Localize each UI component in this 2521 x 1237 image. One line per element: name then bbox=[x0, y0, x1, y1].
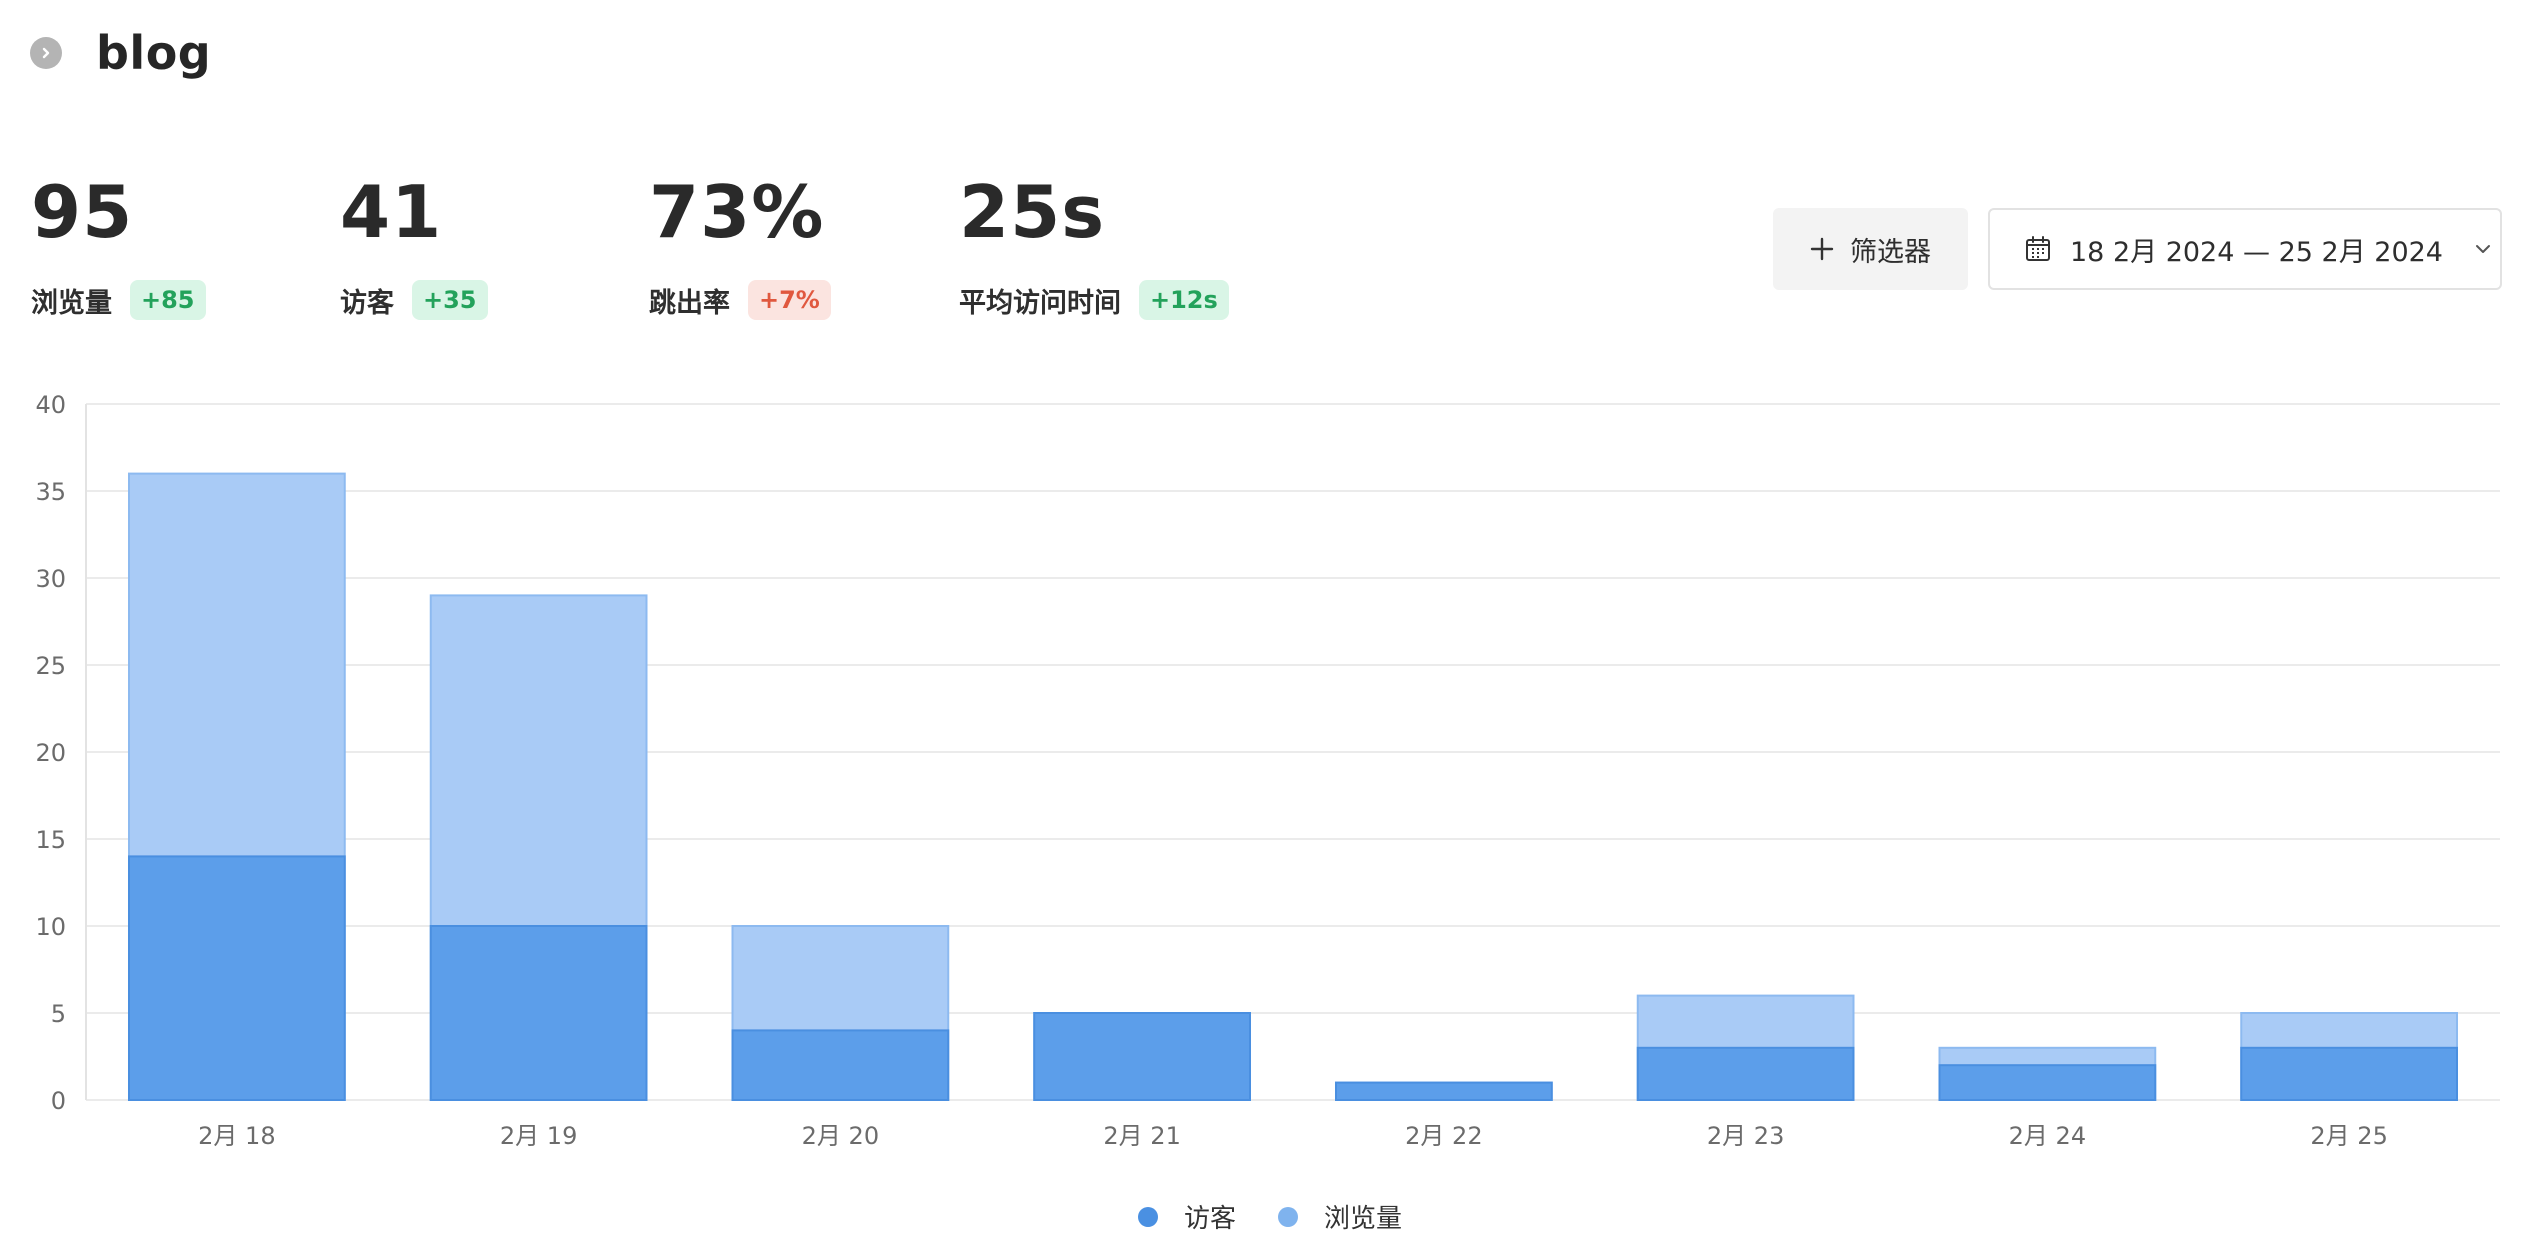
bar-visitors bbox=[2240, 1046, 2459, 1101]
date-range-picker[interactable]: 18 2月 2024 — 25 2月 2024 bbox=[1988, 208, 2502, 290]
stat-pageviews: 95 浏览量 +85 bbox=[31, 176, 206, 320]
x-tick-label: 2月 21 bbox=[1103, 1122, 1180, 1150]
stat-label: 平均访问时间 bbox=[959, 287, 1121, 319]
y-tick-label: 5 bbox=[51, 1000, 66, 1028]
stat-delta-badge: +85 bbox=[130, 280, 206, 320]
analytics-page: blog 95 浏览量 +85 41 访客 +35 73% 跳出率 +7% 25… bbox=[0, 0, 2521, 1237]
legend-label: 访客 bbox=[1184, 1204, 1237, 1234]
legend-item-visitors[interactable]: 访客 bbox=[1138, 1198, 1236, 1235]
stat-bounce-rate: 73% 跳出率 +7% bbox=[649, 176, 831, 320]
stat-delta-badge: +35 bbox=[412, 280, 488, 320]
bar-visitors bbox=[1033, 1012, 1252, 1101]
filter-button-label: 筛选器 bbox=[1850, 236, 1931, 268]
visitors-pageviews-chart: 0 5 10 15 20 25 30 35 40 2月 18 2月 19 2月 20 2月 21 2月 2… bbox=[35, 391, 2500, 1150]
bar-visitors bbox=[1334, 1081, 1553, 1101]
stat-delta-badge: +12s bbox=[1139, 280, 1229, 320]
y-tick-label: 20 bbox=[35, 739, 66, 767]
y-tick-label: 25 bbox=[35, 652, 66, 680]
stat-value: 41 bbox=[340, 170, 443, 254]
add-filter-button[interactable]: 筛选器 bbox=[1773, 208, 1968, 290]
plus-icon bbox=[1810, 237, 1834, 261]
y-tick-label: 40 bbox=[35, 391, 66, 419]
calendar-icon bbox=[2026, 236, 2050, 261]
bar-visitors bbox=[127, 855, 346, 1101]
x-tick-label: 2月 24 bbox=[2009, 1122, 2086, 1150]
chevron-down-icon bbox=[2476, 245, 2490, 253]
x-tick-label: 2月 18 bbox=[198, 1122, 275, 1150]
stat-value: 25s bbox=[959, 170, 1106, 254]
bar-visitors bbox=[731, 1029, 950, 1102]
legend-dot bbox=[1138, 1206, 1158, 1227]
legend-label: 浏览量 bbox=[1324, 1204, 1403, 1234]
stat-visitors: 41 访客 +35 bbox=[340, 176, 488, 320]
stat-value: 73% bbox=[649, 170, 825, 254]
date-range-label: 18 2月 2024 — 25 2月 2024 bbox=[2070, 236, 2443, 268]
y-tick-label: 0 bbox=[51, 1087, 66, 1115]
stat-label: 浏览量 bbox=[31, 287, 112, 319]
stat-label: 访客 bbox=[340, 287, 394, 319]
x-tick-label: 2月 19 bbox=[500, 1122, 577, 1150]
x-tick-label: 2月 20 bbox=[802, 1122, 879, 1150]
bar-visitors bbox=[429, 925, 648, 1101]
x-tick-label: 2月 22 bbox=[1405, 1122, 1482, 1150]
y-tick-label: 30 bbox=[35, 565, 66, 593]
bar-visitors bbox=[1938, 1064, 2157, 1102]
stat-delta-badge: +7% bbox=[748, 280, 831, 320]
stat-label: 跳出率 bbox=[649, 287, 730, 319]
stat-value: 95 bbox=[31, 170, 134, 254]
page-title: blog bbox=[96, 26, 212, 80]
x-tick-label: 2月 25 bbox=[2310, 1122, 2387, 1150]
legend-item-pageviews[interactable]: 浏览量 bbox=[1278, 1198, 1402, 1235]
page-header: blog bbox=[30, 26, 211, 80]
y-tick-label: 10 bbox=[35, 913, 66, 941]
y-tick-label: 35 bbox=[35, 478, 66, 506]
x-tick-label: 2月 23 bbox=[1707, 1122, 1784, 1150]
y-tick-label: 15 bbox=[35, 826, 66, 854]
bar-visitors bbox=[1636, 1046, 1855, 1101]
chevron-right-icon[interactable] bbox=[30, 37, 62, 69]
stat-avg-visit-time: 25s 平均访问时间 +12s bbox=[959, 176, 1229, 320]
legend-dot bbox=[1278, 1206, 1299, 1227]
chart-legend: 访客 浏览量 bbox=[1138, 1198, 1444, 1235]
